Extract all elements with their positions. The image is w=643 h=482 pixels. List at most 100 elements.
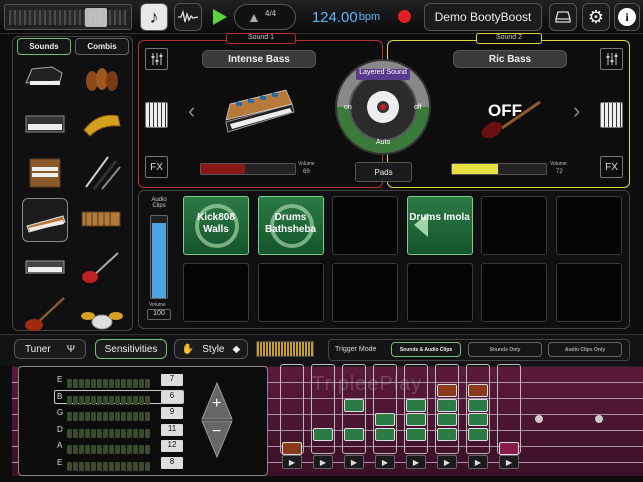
instrument-electric-piano[interactable] xyxy=(22,104,68,148)
fret-play-button[interactable]: ▶ xyxy=(282,455,302,469)
woodwinds-icon xyxy=(85,156,121,190)
keyboard-button-right[interactable] xyxy=(600,102,623,128)
sensitivity-value: 11 xyxy=(161,423,183,436)
fret-play-button[interactable]: ▶ xyxy=(313,455,333,469)
fret-play-button[interactable]: ▶ xyxy=(468,455,488,469)
tab-combis[interactable]: Combis xyxy=(75,38,129,55)
string-name: A xyxy=(57,441,63,450)
sensitivities-button[interactable]: Sensitivities xyxy=(95,339,167,359)
trigger-clips-only[interactable]: Audio Clips Only xyxy=(548,342,622,357)
level-meter xyxy=(256,341,314,357)
metronome-box[interactable]: ▲ 4/4 xyxy=(234,4,296,30)
clip-pad[interactable]: Kick808 Walls xyxy=(183,196,249,255)
tab-sounds[interactable]: Sounds xyxy=(17,38,71,55)
increase-sensitivity-button[interactable]: + xyxy=(201,381,233,420)
instrument-drum-kit[interactable] xyxy=(78,292,124,336)
fret-column[interactable] xyxy=(497,364,521,454)
synthesizer-image xyxy=(222,82,296,140)
scroll-overview[interactable] xyxy=(4,4,132,30)
sound2-volume-slider[interactable] xyxy=(451,163,547,175)
info-icon: i xyxy=(618,8,636,26)
clip-pad[interactable] xyxy=(332,196,398,255)
clip-pad[interactable] xyxy=(183,263,249,322)
pads-button[interactable]: Pads xyxy=(355,162,412,182)
fret-marker xyxy=(406,398,426,412)
mallets-icon xyxy=(81,211,121,227)
tempo-display[interactable]: 124.00 bpm xyxy=(300,5,392,29)
brass-icon xyxy=(83,114,121,137)
clip-pad[interactable] xyxy=(257,263,324,322)
layer-center-button[interactable] xyxy=(367,91,399,123)
sensitivity-value: 9 xyxy=(161,407,183,419)
tuner-button[interactable]: Tuner Ψ xyxy=(14,339,86,359)
style-button[interactable]: ✋ Style ◆ xyxy=(174,339,248,359)
fret-play-button[interactable]: ▶ xyxy=(499,455,519,469)
mixer-button-right[interactable] xyxy=(600,48,623,70)
fret-play-button[interactable]: ▶ xyxy=(406,455,426,469)
song-name-button[interactable]: Demo BootyBoost xyxy=(424,3,542,31)
clip-pad[interactable] xyxy=(555,263,622,322)
synth-icon xyxy=(26,215,66,233)
clip-pad[interactable] xyxy=(481,263,547,322)
play-button[interactable] xyxy=(212,8,228,31)
music-note-button[interactable]: ♪ xyxy=(140,3,168,31)
decrease-sensitivity-button[interactable]: − xyxy=(201,420,233,459)
sound2-tag: Sound 2 xyxy=(476,33,542,44)
instrument-keyboard[interactable] xyxy=(22,245,68,289)
strings-icon xyxy=(86,68,118,91)
chevron-left-icon[interactable]: ‹ xyxy=(188,98,195,124)
clip-pad[interactable] xyxy=(555,196,622,255)
tempo-unit: bpm xyxy=(358,11,381,23)
sound1-volume-slider[interactable] xyxy=(200,163,296,175)
keyboard-button-left[interactable] xyxy=(145,102,168,128)
record-button[interactable] xyxy=(398,10,411,23)
string-name: D xyxy=(57,424,63,434)
clip-pad[interactable] xyxy=(481,196,547,255)
info-button[interactable]: i xyxy=(614,3,640,31)
drive-button[interactable] xyxy=(549,3,577,31)
fret-marker xyxy=(437,413,457,426)
clip-pad[interactable] xyxy=(332,263,398,322)
instrument-woodwinds[interactable] xyxy=(78,151,124,195)
clip-pad[interactable]: Drums Bathsheba xyxy=(257,196,324,255)
instrument-mallets[interactable] xyxy=(78,198,124,242)
instrument-strings[interactable] xyxy=(78,57,124,101)
settings-button[interactable]: ⚙ xyxy=(582,3,610,31)
organ-icon xyxy=(29,158,61,188)
fx-button-left[interactable]: FX xyxy=(145,156,168,178)
string-name: B xyxy=(57,391,63,401)
sensitivity-value: 8 xyxy=(161,456,183,469)
electric-guitar-icon xyxy=(82,252,119,283)
fx-button-right[interactable]: FX xyxy=(600,156,623,178)
fret-column[interactable] xyxy=(311,364,335,454)
sound1-volume-value: 69 xyxy=(303,169,310,175)
mixer-button-left[interactable] xyxy=(145,48,168,70)
instrument-brass[interactable] xyxy=(78,104,124,148)
sound2-name[interactable]: Ric Bass xyxy=(453,50,567,68)
fret-play-button[interactable]: ▶ xyxy=(344,455,364,469)
instrument-bass-guitar[interactable] xyxy=(22,292,68,336)
fret-inlay-dot xyxy=(595,415,603,423)
trigger-sounds-only[interactable]: Sounds Only xyxy=(468,342,542,357)
instrument-grand-piano[interactable] xyxy=(22,57,68,101)
sensitivity-meter xyxy=(67,458,151,471)
clips-volume-slider[interactable] xyxy=(150,215,168,299)
clip-pad[interactable]: Drums Imola xyxy=(406,196,473,255)
fret-play-button[interactable]: ▶ xyxy=(375,455,395,469)
instrument-electric-guitar[interactable] xyxy=(78,245,124,289)
fret-play-button[interactable]: ▶ xyxy=(437,455,457,469)
instrument-organ[interactable] xyxy=(22,151,68,195)
waveform-button[interactable] xyxy=(174,3,202,31)
fret-column[interactable] xyxy=(280,364,304,454)
layer-auto-label: Auto xyxy=(376,139,391,146)
fret-marker xyxy=(344,427,364,441)
grand-piano-icon xyxy=(25,66,63,85)
instrument-synth[interactable] xyxy=(22,198,68,242)
clip-pad[interactable] xyxy=(406,263,473,322)
chevron-right-icon[interactable]: › xyxy=(573,98,580,124)
sound1-name[interactable]: Intense Bass xyxy=(202,50,316,68)
fret-column[interactable] xyxy=(373,364,397,454)
sound2-volume-value: 72 xyxy=(556,169,563,175)
sound2-volume-label: Volume xyxy=(550,161,567,167)
trigger-sounds-and-clips[interactable]: Sounds & Audio Clips xyxy=(391,342,461,357)
